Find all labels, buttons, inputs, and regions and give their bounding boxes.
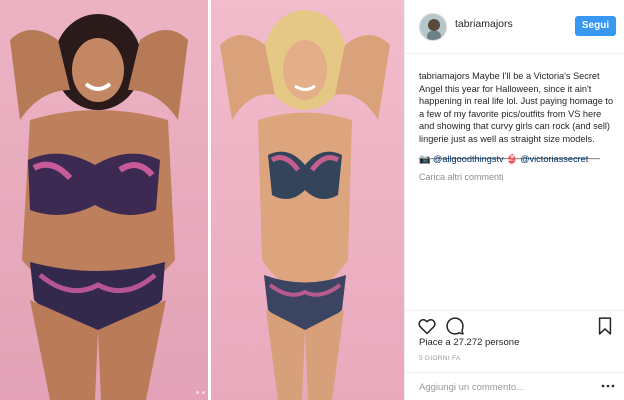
follow-button[interactable]: Segui (575, 16, 616, 36)
post-image (0, 0, 404, 400)
post-photo[interactable] (0, 0, 404, 400)
likes-count[interactable]: Piace a 27.272 persone (419, 337, 519, 348)
comment-input[interactable] (419, 379, 589, 395)
carousel-dot (202, 391, 205, 394)
comment-icon[interactable] (445, 316, 465, 336)
bikini-icon: 👙 (506, 154, 518, 164)
post-timestamp[interactable]: 5 GIORNI FA (419, 355, 461, 362)
carousel-indicator (196, 391, 205, 394)
post-side-panel: tabriamajors Segui tabriamajors Maybe I'… (404, 0, 624, 400)
post-actions (405, 310, 624, 338)
carousel-dot (196, 391, 199, 394)
username-link[interactable]: tabriamajors (455, 18, 513, 30)
bookmark-icon[interactable] (595, 316, 615, 336)
load-more-comments-link[interactable]: Carica altri commenti (419, 172, 504, 182)
caption-text: Maybe I'll be a Victoria's Secret Angel … (419, 71, 614, 144)
avatar[interactable] (419, 13, 447, 41)
avatar-image (420, 14, 446, 40)
camera-icon: 📷 (419, 154, 431, 164)
mention-link-victoriassecret[interactable]: @victoriassecret (520, 154, 588, 164)
more-options-icon[interactable] (601, 382, 615, 390)
caption-username[interactable]: tabriamajors (419, 71, 470, 81)
post-caption: tabriamajors Maybe I'll be a Victoria's … (419, 70, 619, 146)
post-header: tabriamajors Segui (405, 0, 624, 54)
comment-bar (405, 372, 624, 400)
caption-mentions: 📷 @allgoodthingstv 👙 @victoriassecret (419, 154, 588, 165)
heart-icon[interactable] (417, 316, 437, 336)
mention-link-allgoodthingstv[interactable]: @allgoodthingstv (433, 154, 504, 164)
